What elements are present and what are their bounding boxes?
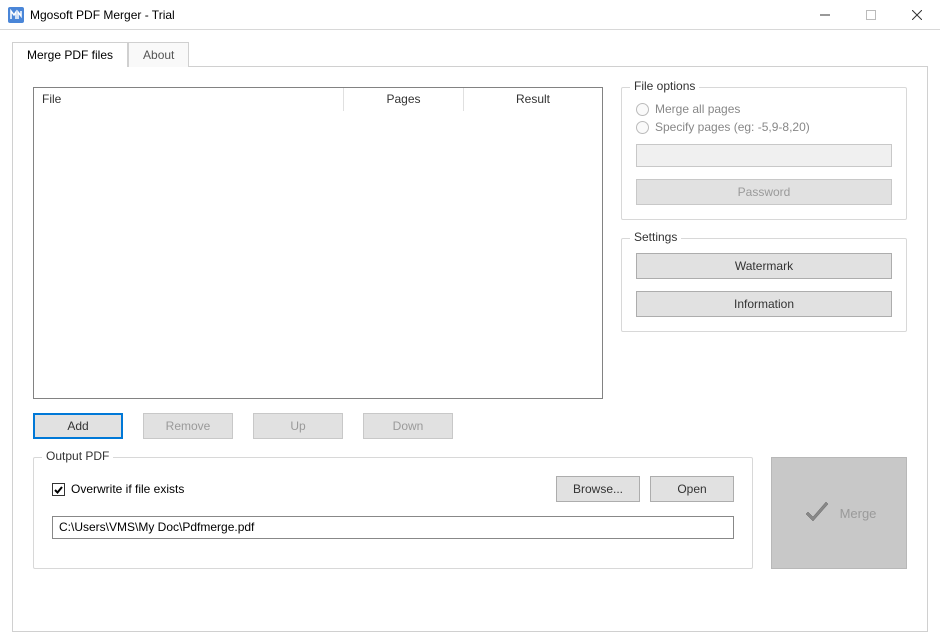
column-header-pages[interactable]: Pages [344,88,464,111]
table-header: File Pages Result [34,88,602,112]
password-button[interactable]: Password [636,179,892,205]
radio-label: Merge all pages [655,102,740,116]
radio-specify-pages[interactable]: Specify pages (eg: -5,9-8,20) [636,120,892,134]
checkmark-icon [802,498,832,528]
radio-merge-all-pages[interactable]: Merge all pages [636,102,892,116]
information-button[interactable]: Information [636,291,892,317]
file-options-group: File options Merge all pages Specify pag… [621,87,907,220]
radio-icon [636,121,649,134]
tab-bar: Merge PDF files About [12,42,928,67]
file-list-table[interactable]: File Pages Result [33,87,603,399]
remove-button[interactable]: Remove [143,413,233,439]
specify-pages-input[interactable] [636,144,892,167]
tab-merge-pdf-files[interactable]: Merge PDF files [12,42,128,67]
window-title: Mgosoft PDF Merger - Trial [30,8,802,22]
add-button[interactable]: Add [33,413,123,439]
file-options-legend: File options [630,79,699,93]
overwrite-checkbox[interactable]: Overwrite if file exists [52,482,184,496]
close-button[interactable] [894,0,940,29]
checkbox-icon [52,483,65,496]
overwrite-label: Overwrite if file exists [71,482,184,496]
settings-legend: Settings [630,230,681,244]
app-icon [8,7,24,23]
radio-icon [636,103,649,116]
output-pdf-legend: Output PDF [42,449,113,463]
up-button[interactable]: Up [253,413,343,439]
merge-label: Merge [840,506,877,521]
settings-group: Settings Watermark Information [621,238,907,332]
down-button[interactable]: Down [363,413,453,439]
titlebar: Mgosoft PDF Merger - Trial [0,0,940,30]
minimize-button[interactable] [802,0,848,29]
open-button[interactable]: Open [650,476,734,502]
radio-label: Specify pages (eg: -5,9-8,20) [655,120,810,134]
output-path-input[interactable]: C:\Users\VMS\My Doc\Pdfmerge.pdf [52,516,734,539]
output-pdf-group: Output PDF Overwrite if file exists Brow… [33,457,753,569]
tab-about[interactable]: About [128,42,189,67]
browse-button[interactable]: Browse... [556,476,640,502]
column-header-file[interactable]: File [34,88,344,111]
maximize-button[interactable] [848,0,894,29]
column-header-result[interactable]: Result [464,88,602,111]
merge-button[interactable]: Merge [771,457,907,569]
tab-panel-merge: File Pages Result File options Merge all… [12,66,928,632]
watermark-button[interactable]: Watermark [636,253,892,279]
